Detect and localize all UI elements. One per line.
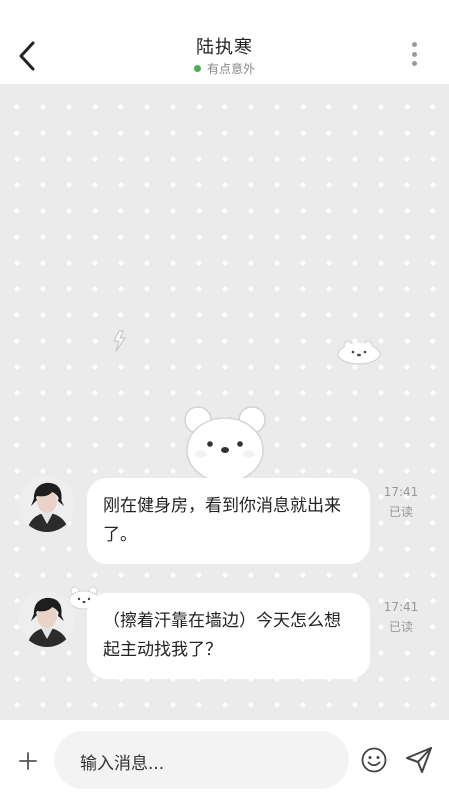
read-status: 已读 [388, 620, 413, 634]
contact-name: 陆执寒 [196, 37, 253, 58]
more-vertical-icon [411, 42, 417, 47]
message-meta: 17:41 已读 [380, 597, 422, 637]
avatar[interactable] [19, 476, 75, 532]
send-button[interactable] [403, 744, 435, 776]
message-bubble[interactable]: 刚在健身房，看到你消息就出来了。 [87, 478, 370, 564]
message-time: 17:41 [383, 600, 419, 614]
chat-header: 陆执寒 有点意外 [0, 0, 449, 84]
chat-message-area[interactable]: 刚在健身房，看到你消息就出来了。 17:41 已读 （擦着汗靠在墙边）今天怎么想… [0, 84, 449, 720]
avatar[interactable] [19, 591, 75, 647]
smile-icon [361, 747, 387, 773]
bear-lying-sticker-icon [337, 340, 381, 365]
message-bubble[interactable]: （擦着汗靠在墙边）今天怎么想起主动找我了？ [87, 593, 370, 679]
message-time: 17:41 [383, 485, 419, 499]
add-attachment-button[interactable] [17, 750, 39, 772]
lightning-sticker-icon [113, 330, 126, 352]
bear-sticker-icon [184, 406, 266, 482]
message-meta: 17:41 已读 [380, 482, 422, 522]
plus-icon [19, 752, 37, 770]
send-icon [406, 747, 432, 773]
emoji-button[interactable] [360, 746, 388, 774]
more-options-button[interactable] [409, 42, 419, 66]
avatar-image [19, 591, 75, 647]
contact-status: 有点意外 [0, 60, 449, 77]
more-vertical-icon-dot [411, 61, 417, 66]
more-vertical-icon-dot [411, 51, 417, 57]
status-text: 有点意外 [206, 62, 255, 76]
avatar-image [19, 476, 75, 532]
online-status-dot [193, 65, 201, 72]
read-status: 已读 [388, 505, 413, 519]
message-input-placeholder: 输入消息... [80, 754, 165, 774]
